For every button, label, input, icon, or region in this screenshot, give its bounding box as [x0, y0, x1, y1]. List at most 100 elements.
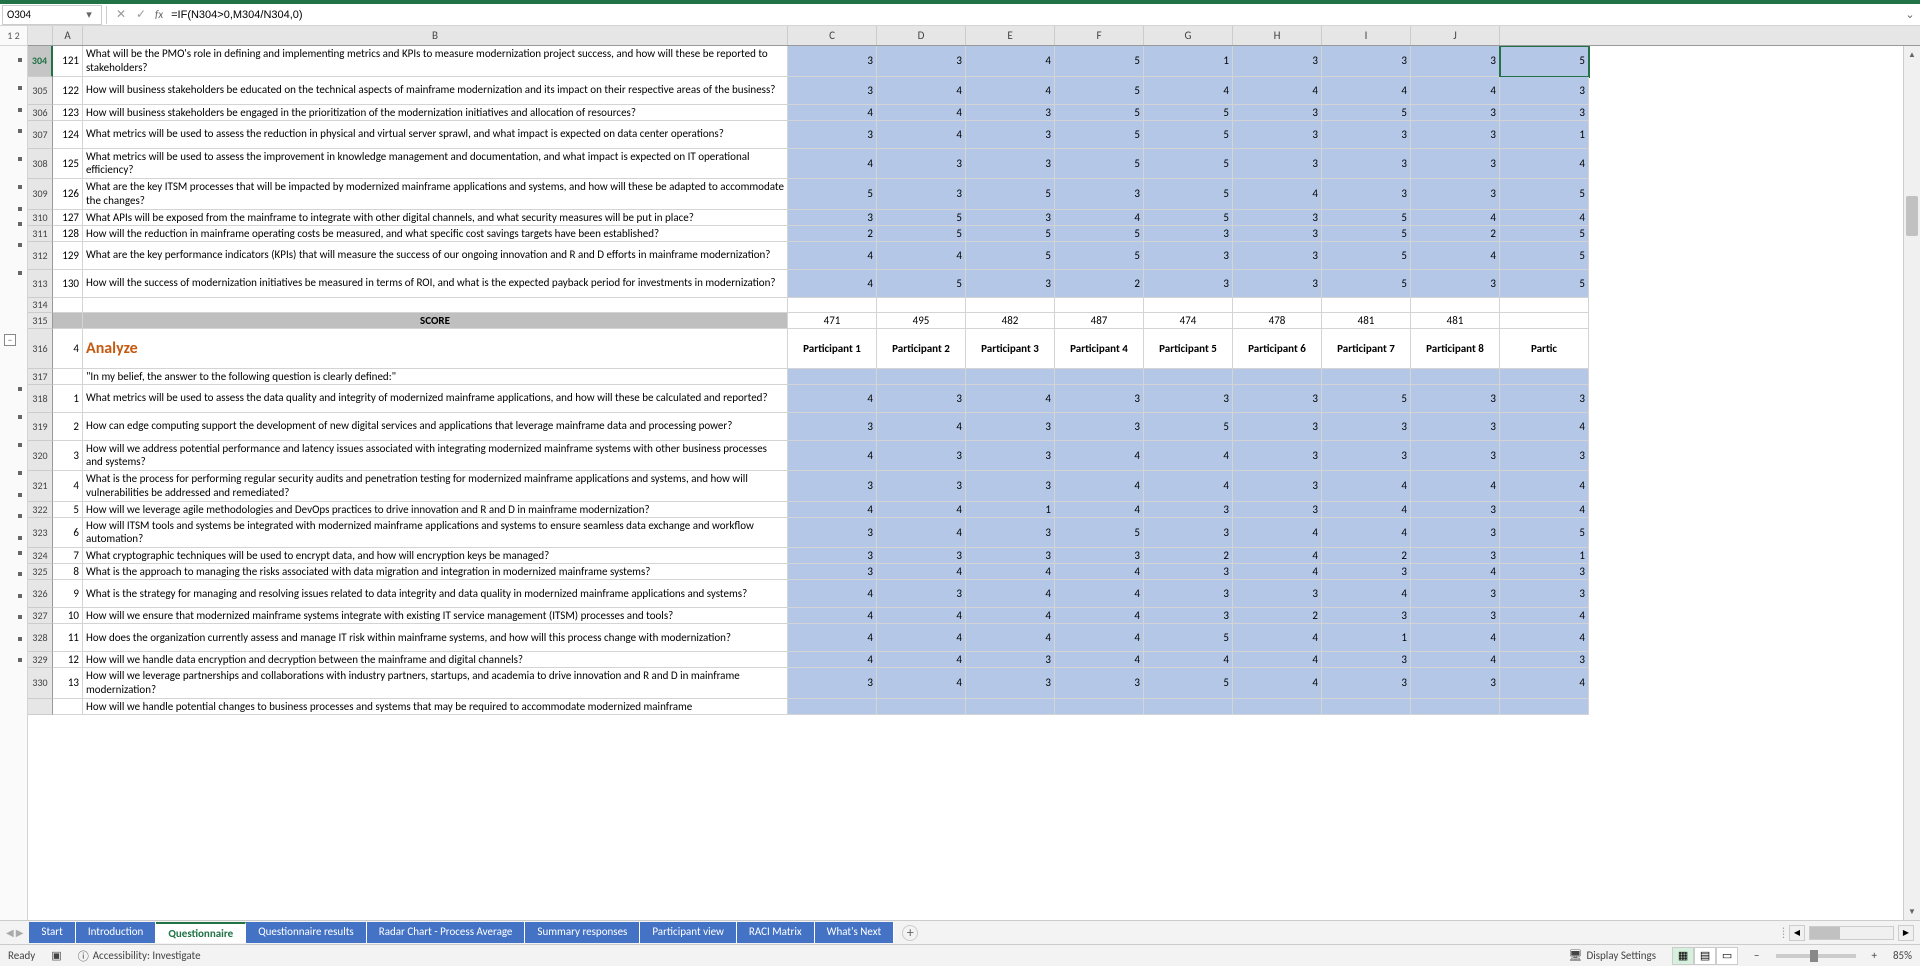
cell-a[interactable]: 8 — [53, 564, 83, 580]
cell-value[interactable]: 4 — [966, 564, 1055, 580]
cell-value[interactable]: 3 — [1322, 179, 1411, 210]
cell-value[interactable]: 5 — [1144, 105, 1233, 121]
cell-value[interactable]: 5 — [877, 210, 966, 226]
sheet-tab-start[interactable]: Start — [29, 922, 75, 943]
cell-value[interactable] — [1411, 699, 1500, 715]
cell-value[interactable]: 4 — [1500, 624, 1589, 652]
cell-value[interactable]: 4 — [877, 121, 966, 149]
row-header[interactable]: 316 — [28, 329, 53, 369]
cell-a[interactable]: 2 — [53, 413, 83, 441]
cell-value[interactable]: 3 — [966, 210, 1055, 226]
cell-b[interactable]: How will we leverage partnerships and co… — [83, 668, 788, 699]
cell-value[interactable]: 3 — [788, 77, 877, 105]
cell-value[interactable]: 4 — [1500, 502, 1589, 518]
cell-value[interactable]: 4 — [877, 502, 966, 518]
cell-value[interactable] — [1144, 699, 1233, 715]
cell-b[interactable]: What metrics will be used to assess the … — [83, 121, 788, 149]
row-header[interactable]: 320 — [28, 441, 53, 472]
sheet-tab-summary-responses[interactable]: Summary responses — [525, 922, 640, 943]
cell-value[interactable]: 3 — [1411, 441, 1500, 472]
cell-b[interactable]: What APIs will be exposed from the mainf… — [83, 210, 788, 226]
cell-value[interactable]: 5 — [1322, 270, 1411, 298]
cell-value[interactable]: 4 — [966, 77, 1055, 105]
cell-value[interactable]: 5 — [1055, 226, 1144, 242]
cell-value[interactable]: 3 — [966, 413, 1055, 441]
cell-value[interactable]: 3 — [1055, 668, 1144, 699]
cell-a[interactable]: 124 — [53, 121, 83, 149]
column-header-B[interactable]: B — [83, 26, 788, 45]
cell-value[interactable] — [877, 298, 966, 313]
cell-value[interactable]: 5 — [966, 226, 1055, 242]
cell-value[interactable]: 3 — [1055, 179, 1144, 210]
cell-value[interactable] — [966, 298, 1055, 313]
cell-value[interactable]: 5 — [1322, 242, 1411, 270]
cell-a[interactable]: 125 — [53, 149, 83, 180]
cell-value[interactable]: Participant 3 — [966, 329, 1055, 369]
cell-a[interactable]: 4 — [53, 471, 83, 502]
column-header-D[interactable]: D — [877, 26, 966, 45]
cell-value[interactable]: 2 — [1055, 270, 1144, 298]
cell-value[interactable]: 4 — [877, 652, 966, 668]
column-header-I[interactable]: I — [1322, 26, 1411, 45]
cell-value[interactable]: 5 — [1055, 518, 1144, 549]
cell-value[interactable]: 487 — [1055, 313, 1144, 329]
row-header[interactable]: 326 — [28, 580, 53, 608]
cell-a[interactable]: 12 — [53, 652, 83, 668]
cell-value[interactable]: 3 — [1144, 385, 1233, 413]
cell-value[interactable]: 5 — [1144, 668, 1233, 699]
cell-value[interactable]: 5 — [1500, 518, 1589, 549]
row-header[interactable]: 323 — [28, 518, 53, 549]
cell-value[interactable]: 4 — [788, 149, 877, 180]
cell-value[interactable]: 3 — [1411, 608, 1500, 624]
cell-value[interactable]: 4 — [1500, 608, 1589, 624]
row-header[interactable]: 319 — [28, 413, 53, 441]
cell-value[interactable]: 3 — [1411, 46, 1500, 77]
scroll-thumb[interactable] — [1906, 196, 1918, 236]
cell-value[interactable]: 3 — [1322, 668, 1411, 699]
cell-a[interactable]: 128 — [53, 226, 83, 242]
cell-value[interactable]: 3 — [1322, 608, 1411, 624]
cell-a[interactable]: 130 — [53, 270, 83, 298]
cell-value[interactable]: 3 — [1411, 518, 1500, 549]
outline-collapse-icon[interactable]: − — [4, 334, 16, 346]
cell-value[interactable]: 481 — [1322, 313, 1411, 329]
cell-value[interactable]: 5 — [1055, 46, 1144, 77]
cell-value[interactable]: 5 — [966, 179, 1055, 210]
cancel-formula-icon[interactable]: ✕ — [111, 7, 131, 22]
column-header-J[interactable]: J — [1411, 26, 1500, 45]
grid-rows[interactable]: 304121What will be the PMO's role in def… — [28, 46, 1920, 920]
cell-value[interactable]: 5 — [877, 226, 966, 242]
hscroll-left-icon[interactable]: ◀ — [1789, 925, 1805, 941]
cell-a[interactable]: 6 — [53, 518, 83, 549]
cell-value[interactable]: 4 — [966, 385, 1055, 413]
cell-value[interactable]: 3 — [1144, 502, 1233, 518]
cell-value[interactable]: 5 — [1144, 624, 1233, 652]
cell-value[interactable] — [877, 369, 966, 385]
cell-value[interactable]: 2 — [1233, 608, 1322, 624]
formula-input[interactable] — [167, 5, 1900, 25]
cell-value[interactable]: 4 — [966, 608, 1055, 624]
cell-value[interactable]: 3 — [877, 548, 966, 564]
cell-b[interactable]: How will we handle data encryption and d… — [83, 652, 788, 668]
cell-value[interactable]: 3 — [1233, 210, 1322, 226]
macro-record-icon[interactable]: ▣ — [51, 949, 61, 962]
cell-value[interactable] — [788, 298, 877, 313]
cell-value[interactable]: 3 — [788, 564, 877, 580]
cell-value[interactable]: 4 — [1322, 471, 1411, 502]
cell-value[interactable]: 4 — [788, 580, 877, 608]
cell-value[interactable]: Participant 1 — [788, 329, 877, 369]
cell-a[interactable] — [53, 313, 83, 329]
cell-value[interactable] — [1055, 699, 1144, 715]
horizontal-scrollbar[interactable] — [1809, 926, 1894, 940]
row-header[interactable]: 324 — [28, 548, 53, 564]
cell-value[interactable]: 4 — [1233, 624, 1322, 652]
cell-b[interactable]: What will be the PMO's role in defining … — [83, 46, 788, 77]
cell-value[interactable]: 3 — [1233, 441, 1322, 472]
cell-value[interactable]: 4 — [1500, 210, 1589, 226]
cell-value[interactable]: 4 — [1233, 668, 1322, 699]
cell-value[interactable]: 3 — [1500, 77, 1589, 105]
formula-expand-icon[interactable]: ⌄ — [1900, 8, 1920, 21]
cell-b[interactable]: What is the approach to managing the ris… — [83, 564, 788, 580]
cell-value[interactable] — [1500, 369, 1589, 385]
cell-value[interactable]: 4 — [1233, 518, 1322, 549]
